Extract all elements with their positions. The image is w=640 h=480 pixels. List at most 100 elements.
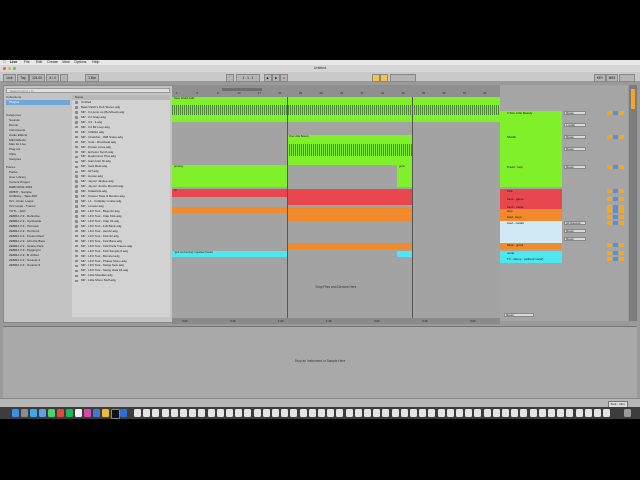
midi-map-button[interactable]: MIDI: [606, 73, 618, 82]
track-activator-button[interactable]: [607, 209, 612, 213]
safari-icon[interactable]: [30, 409, 37, 417]
arm-button[interactable]: [619, 257, 624, 261]
dock-document-icon[interactable]: [318, 409, 325, 417]
dock-document-icon[interactable]: [456, 409, 463, 417]
dock-document-icon[interactable]: [216, 409, 224, 417]
solo-button[interactable]: [613, 197, 618, 201]
loop-switch[interactable]: [372, 73, 380, 82]
dock-document-icon[interactable]: [272, 409, 279, 417]
io-routing-menu[interactable]: Master: [564, 147, 586, 151]
dock-document-icon[interactable]: [134, 409, 141, 417]
dock-document-icon[interactable]: [483, 409, 491, 417]
master-track-label[interactable]: Master: [504, 313, 534, 317]
dock-document-icon[interactable]: [474, 409, 482, 417]
solo-button[interactable]: [613, 221, 618, 225]
solo-button[interactable]: [613, 111, 618, 115]
track-header[interactable]: bass - growl: [500, 243, 562, 249]
arrangement-clip[interactable]: Naan Waddi Falls: [172, 97, 500, 122]
arrangement-clip[interactable]: grow: [397, 165, 412, 187]
arm-button[interactable]: [619, 197, 624, 201]
dock-document-icon[interactable]: [538, 409, 546, 417]
dock-document-icon[interactable]: [465, 409, 473, 417]
dock-document-icon[interactable]: [244, 409, 252, 417]
dock-document-icon[interactable]: [382, 409, 390, 417]
arrangement-clip[interactable]: [287, 214, 412, 221]
dock-document-icon[interactable]: [327, 409, 335, 417]
vertical-scrollbar[interactable]: [629, 85, 637, 321]
arrangement-lane[interactable]: [172, 207, 500, 213]
category-item[interactable]: Samples: [6, 157, 70, 162]
dock-document-icon[interactable]: [410, 409, 417, 417]
dock-document-icon[interactable]: [364, 409, 371, 417]
io-routing-menu[interactable]: Master: [564, 165, 586, 169]
track-activator-button[interactable]: [607, 251, 612, 255]
arrangement-lane[interactable]: Naan Waddi Falls: [172, 97, 500, 122]
arrangement-lane[interactable]: [172, 197, 500, 205]
calendar-icon[interactable]: [75, 409, 82, 417]
dock-document-icon[interactable]: [529, 409, 537, 417]
track-activator-button[interactable]: [607, 135, 612, 139]
link-button[interactable]: Link: [3, 73, 16, 82]
dock-document-icon[interactable]: [161, 409, 169, 417]
dock-document-icon[interactable]: [520, 409, 528, 417]
track-activator-button[interactable]: [607, 243, 612, 247]
dock-document-icon[interactable]: [143, 409, 151, 417]
arrangement-clip[interactable]: hit: [172, 189, 287, 197]
follow-icon[interactable]: [226, 73, 234, 82]
app-icon[interactable]: [102, 409, 109, 417]
arrangement-clip[interactable]: [287, 189, 412, 197]
arm-button[interactable]: [619, 209, 624, 213]
dock-document-icon[interactable]: [180, 409, 187, 417]
arm-button[interactable]: [619, 111, 624, 115]
dock-document-icon[interactable]: [308, 409, 316, 417]
arm-button[interactable]: [619, 165, 624, 169]
track-header[interactable]: Kick: [500, 189, 562, 197]
solo-button[interactable]: [613, 165, 618, 169]
arm-button[interactable]: [619, 243, 624, 247]
dock-document-icon[interactable]: [594, 409, 601, 417]
solo-button[interactable]: [613, 135, 618, 139]
launchpad-icon[interactable]: [21, 409, 28, 417]
arrangement-clip[interactable]: "gott me burning" rejected (Vocal): [172, 251, 287, 257]
tap-button[interactable]: Tap: [17, 73, 29, 82]
dock-document-icon[interactable]: [400, 409, 408, 417]
dock-document-icon[interactable]: [511, 409, 519, 417]
arrangement-clip[interactable]: [287, 197, 412, 205]
arm-button[interactable]: [619, 221, 624, 225]
io-routing-menu[interactable]: Master: [564, 111, 586, 115]
arrangement-lane[interactable]: growing grow: [172, 165, 500, 187]
play-button[interactable]: ▶: [264, 73, 272, 82]
time-signature-field[interactable]: 4 / 4: [46, 73, 59, 82]
dock-document-icon[interactable]: [566, 409, 574, 417]
dock-document-icon[interactable]: [373, 409, 381, 417]
track-activator-button[interactable]: [607, 189, 612, 193]
app-icon[interactable]: [93, 409, 100, 417]
io-routing-menu[interactable]: All Channels: [564, 221, 586, 225]
dock-document-icon[interactable]: [253, 409, 261, 417]
arrangement-clip[interactable]: growing: [172, 165, 287, 187]
collection-plugins[interactable]: Plugins: [6, 99, 70, 105]
app-icon[interactable]: [84, 409, 91, 417]
dock-document-icon[interactable]: [235, 409, 243, 417]
record-button[interactable]: ●: [280, 73, 288, 82]
dock-document-icon[interactable]: [557, 409, 565, 417]
dock-document-icon[interactable]: [281, 409, 289, 417]
arm-button[interactable]: [619, 135, 624, 139]
solo-button[interactable]: [613, 189, 618, 193]
arrangement-lane[interactable]: "gott me burning" rejected (Vocal): [172, 251, 500, 257]
solo-button[interactable]: [613, 257, 618, 261]
chrome-icon[interactable]: [57, 409, 64, 417]
dock-document-icon[interactable]: [428, 409, 436, 417]
arrangement-lane[interactable]: [172, 214, 500, 221]
quantize-menu[interactable]: 1 Bar: [85, 73, 99, 82]
trash-icon[interactable]: [624, 409, 631, 417]
solo-button[interactable]: [613, 251, 618, 255]
dock-document-icon[interactable]: [207, 409, 215, 417]
arm-button[interactable]: [619, 189, 624, 193]
dock-document-icon[interactable]: [446, 409, 454, 417]
finder-icon[interactable]: [12, 409, 19, 417]
track-header[interactable]: 3 Two Little Beauty: [500, 111, 562, 135]
io-routing-menu[interactable]: Master: [564, 237, 586, 241]
dock-document-icon[interactable]: [603, 409, 611, 417]
track-activator-button[interactable]: [607, 221, 612, 225]
